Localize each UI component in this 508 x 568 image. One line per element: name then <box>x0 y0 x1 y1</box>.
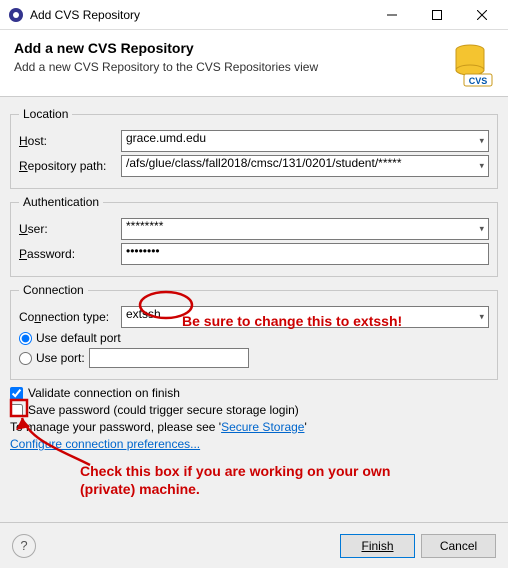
password-value: •••••••• <box>126 244 160 258</box>
validate-label: Validate connection on finish <box>28 386 180 400</box>
chevron-down-icon: ▾ <box>479 161 484 172</box>
connection-type-combo[interactable]: extssh ▾ <box>121 306 489 328</box>
title-bar: Add CVS Repository <box>0 0 508 30</box>
default-port-radio[interactable] <box>19 332 32 345</box>
host-value: grace.umd.edu <box>126 131 206 145</box>
svg-text:CVS: CVS <box>469 76 488 86</box>
repo-path-combo[interactable]: /afs/glue/class/fall2018/cmsc/131/0201/s… <box>121 155 489 177</box>
annotation-save-2: (private) machine. <box>80 481 200 497</box>
host-label: Host: <box>19 134 121 148</box>
finish-button[interactable]: Finish <box>340 534 415 558</box>
authentication-group: Authentication User: ******** ▾ Password… <box>10 195 498 277</box>
location-legend: Location <box>19 107 72 121</box>
password-label: Password: <box>19 247 121 261</box>
annotation-save-1: Check this box if you are working on you… <box>80 463 390 479</box>
repo-path-label: Repository path: <box>19 159 121 173</box>
chevron-down-icon: ▾ <box>479 312 484 323</box>
location-group: Location Host: grace.umd.edu ▾ Repositor… <box>10 107 498 189</box>
host-combo[interactable]: grace.umd.edu ▾ <box>121 130 489 152</box>
maximize-button[interactable] <box>414 1 459 29</box>
page-subtitle: Add a new CVS Repository to the CVS Repo… <box>14 60 446 74</box>
connection-type-value: extssh <box>126 307 161 321</box>
save-password-label: Save password (could trigger secure stor… <box>28 403 299 417</box>
user-label: User: <box>19 222 121 236</box>
authentication-legend: Authentication <box>19 195 103 209</box>
wizard-header: Add a new CVS Repository Add a new CVS R… <box>0 30 508 97</box>
secure-storage-link[interactable]: Secure Storage <box>221 420 304 434</box>
cvs-icon: CVS <box>446 40 494 88</box>
user-combo[interactable]: ******** ▾ <box>121 218 489 240</box>
cancel-button[interactable]: Cancel <box>421 534 496 558</box>
connection-legend: Connection <box>19 283 88 297</box>
app-icon <box>8 7 24 23</box>
window-title: Add CVS Repository <box>30 8 369 22</box>
close-button[interactable] <box>459 1 504 29</box>
use-port-radio[interactable] <box>19 352 32 365</box>
password-input[interactable]: •••••••• <box>121 243 489 265</box>
user-value: ******** <box>126 219 163 233</box>
chevron-down-icon: ▾ <box>479 224 484 235</box>
configure-preferences-link[interactable]: Configure connection preferences... <box>10 437 200 451</box>
manage-password-text: To manage your password, please see 'Sec… <box>10 420 307 434</box>
chevron-down-icon: ▾ <box>479 136 484 147</box>
minimize-button[interactable] <box>369 1 414 29</box>
button-bar: ? Finish Cancel <box>0 522 508 568</box>
repo-path-value: /afs/glue/class/fall2018/cmsc/131/0201/s… <box>126 156 402 170</box>
save-password-checkbox[interactable] <box>10 404 23 417</box>
use-port-label: Use port: <box>36 351 85 365</box>
help-button[interactable]: ? <box>12 534 36 558</box>
connection-group: Connection Connection type: extssh ▾ Use… <box>10 283 498 380</box>
default-port-label: Use default port <box>36 331 121 345</box>
port-input[interactable] <box>89 348 249 368</box>
connection-type-label: Connection type: <box>19 310 121 324</box>
page-title: Add a new CVS Repository <box>14 40 446 56</box>
validate-checkbox[interactable] <box>10 387 23 400</box>
